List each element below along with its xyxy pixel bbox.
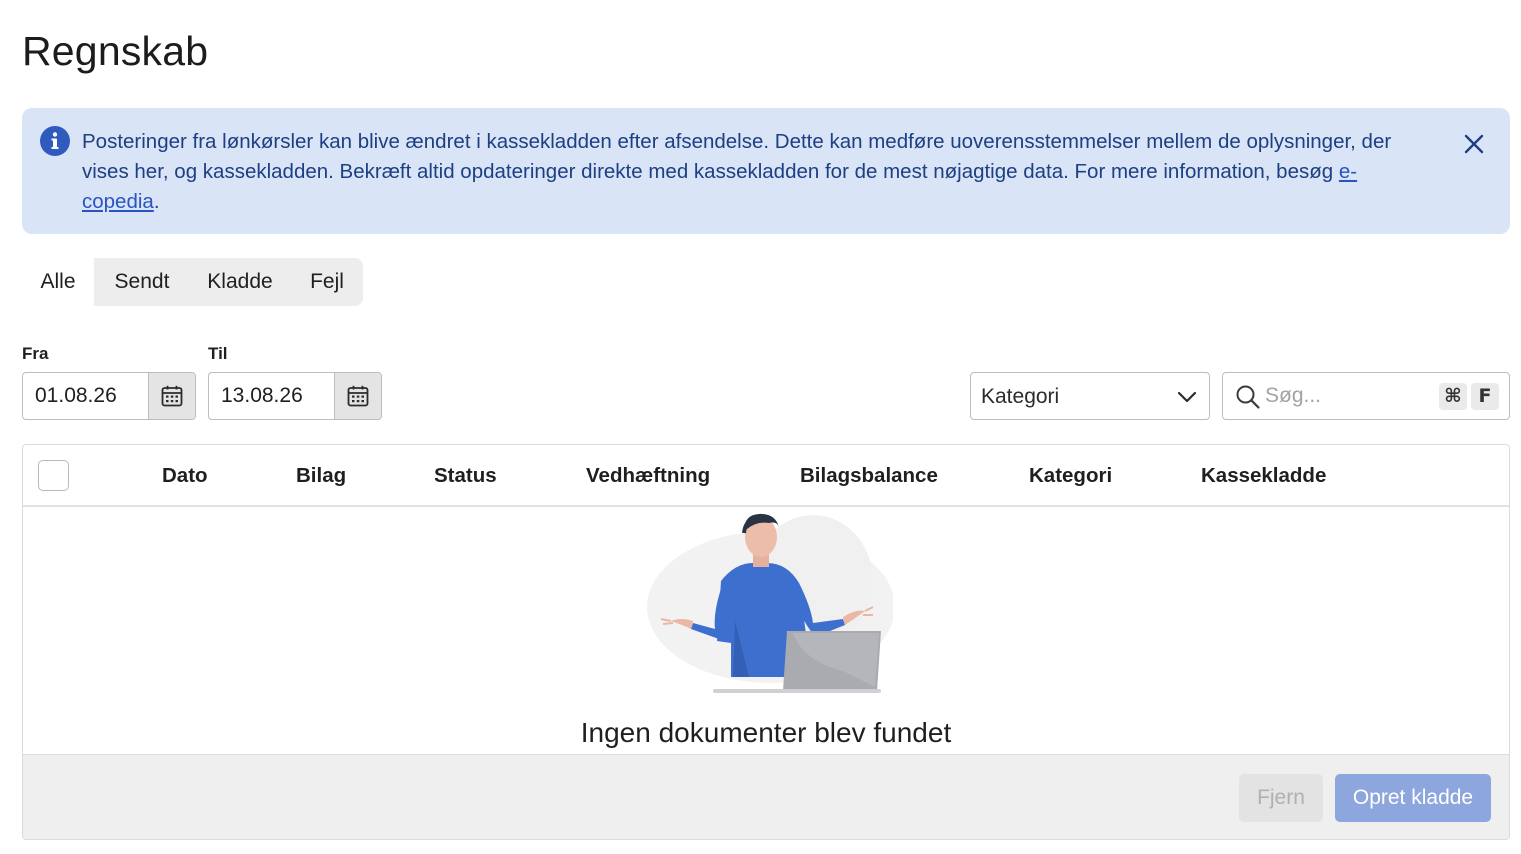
from-label: Fra	[22, 344, 49, 363]
column-vedhaeftning[interactable]: Vedhæftning	[586, 464, 710, 488]
search-input[interactable]	[1265, 374, 1435, 418]
remove-button[interactable]: Fjern	[1239, 774, 1323, 822]
page-title: Regnskab	[22, 28, 209, 74]
table-header: Dato Bilag Status Vedhæftning Bilagsbala…	[23, 445, 1509, 507]
from-date-field	[22, 372, 196, 420]
from-date-input[interactable]	[23, 373, 149, 419]
info-banner: Posteringer fra lønkørsler kan blive ænd…	[22, 108, 1510, 234]
table-footer: Fjern Opret kladde	[23, 754, 1509, 839]
to-calendar-button[interactable]	[334, 373, 381, 419]
to-date-field	[208, 372, 382, 420]
search-box: ⌘ F	[1222, 372, 1510, 420]
column-dato[interactable]: Dato	[162, 464, 208, 488]
shortcut-cmd-key: ⌘	[1439, 383, 1467, 410]
column-kassekladde[interactable]: Kassekladde	[1201, 464, 1326, 488]
close-icon[interactable]	[1462, 132, 1486, 156]
calendar-icon	[347, 385, 369, 407]
to-date-input[interactable]	[209, 373, 335, 419]
shortcut-f-key: F	[1471, 383, 1499, 410]
tab-kladde[interactable]: Kladde	[198, 258, 282, 306]
category-select-label: Kategori	[981, 385, 1060, 408]
info-icon	[40, 126, 70, 156]
search-icon	[1236, 385, 1260, 409]
documents-table: Dato Bilag Status Vedhæftning Bilagsbala…	[22, 444, 1510, 840]
empty-state-message: Ingen dokumenter blev fundet	[580, 717, 952, 748]
calendar-icon	[161, 385, 183, 407]
column-bilagsbalance[interactable]: Bilagsbalance	[800, 464, 938, 488]
tab-fejl[interactable]: Fejl	[302, 258, 352, 306]
empty-state-illustration	[647, 513, 893, 693]
info-message-text: Posteringer fra lønkørsler kan blive ænd…	[82, 130, 1392, 183]
info-message-end: .	[153, 190, 160, 213]
tab-sendt[interactable]: Sendt	[102, 258, 182, 306]
column-kategori[interactable]: Kategori	[1029, 464, 1112, 488]
to-label: Til	[208, 344, 228, 363]
column-bilag[interactable]: Bilag	[296, 464, 346, 488]
from-calendar-button[interactable]	[148, 373, 195, 419]
create-draft-button[interactable]: Opret kladde	[1335, 774, 1491, 822]
info-message: Posteringer fra lønkørsler kan blive ænd…	[82, 127, 1407, 217]
tab-alle[interactable]: Alle	[22, 258, 94, 306]
select-all-checkbox[interactable]	[38, 460, 69, 491]
chevron-down-icon	[1177, 391, 1197, 403]
column-status[interactable]: Status	[434, 464, 497, 488]
category-select[interactable]: Kategori	[970, 372, 1210, 420]
status-tabs: Alle Sendt Kladde Fejl	[22, 258, 363, 306]
